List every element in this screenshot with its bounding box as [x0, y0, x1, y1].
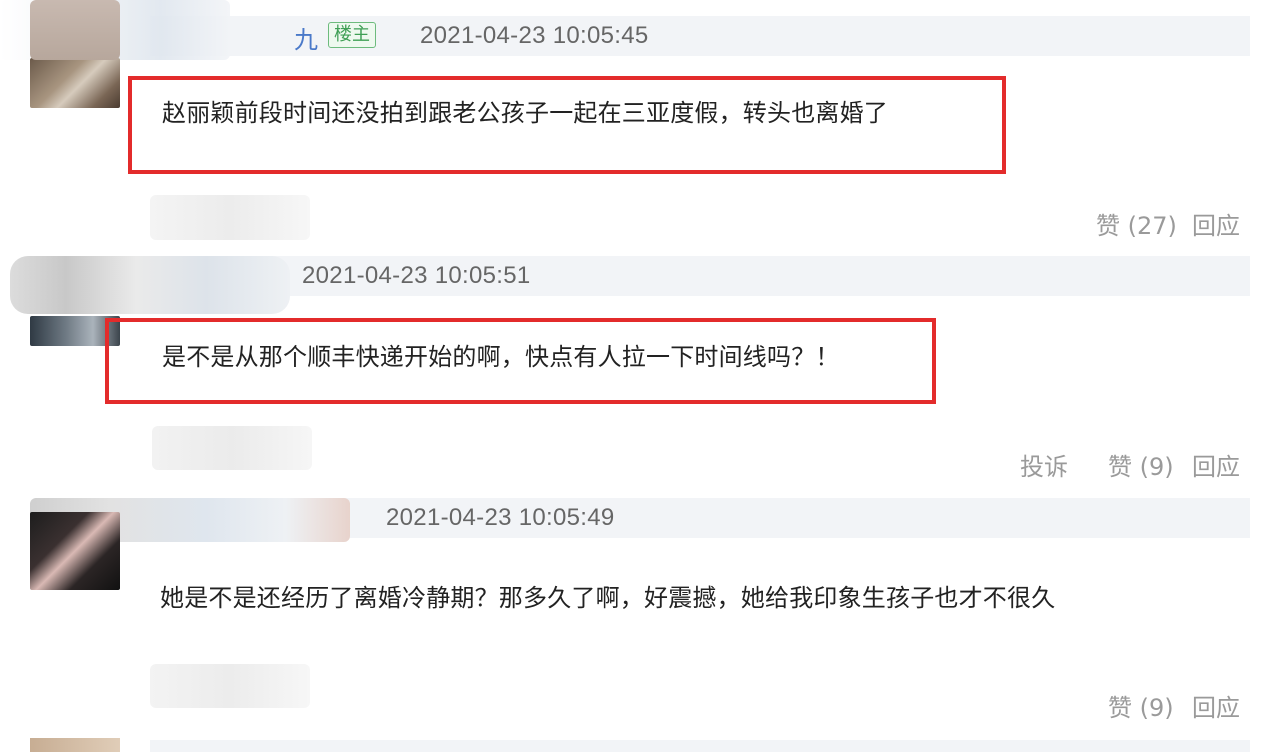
- like-button[interactable]: 赞 (9): [1108, 447, 1174, 482]
- report-button[interactable]: 投诉: [1020, 447, 1068, 482]
- comment-item: 2021-04-23 10:05:51 是不是从那个顺丰快递开始的啊，快点有人拉…: [0, 240, 1282, 482]
- blurred-username-area: [10, 256, 290, 314]
- comment-item: 2021-04-23 10:05:49 她是不是还经历了离婚冷静期？那多久了啊，…: [0, 480, 1282, 752]
- comment-text: 她是不是还经历了离婚冷静期？那多久了啊，好震撼，她给我印象生孩子也才不很久: [160, 584, 1056, 612]
- like-button[interactable]: 赞 (27): [1096, 206, 1177, 241]
- username[interactable]: 九: [294, 20, 318, 55]
- comment-item: 九 楼主 2021-04-23 10:05:45 赵丽颖前段时间还没拍到跟老公孩…: [0, 0, 1282, 240]
- comment-text: 是不是从那个顺丰快递开始的啊，快点有人拉一下时间线吗？！: [162, 343, 840, 371]
- avatar[interactable]: [30, 512, 120, 590]
- avatar[interactable]: [30, 58, 120, 108]
- reply-button[interactable]: 回应: [1192, 688, 1240, 723]
- avatar-blur-top: [30, 0, 120, 60]
- like-button[interactable]: 赞 (9): [1108, 688, 1174, 723]
- comment-timestamp: 2021-04-23 10:05:49: [386, 504, 615, 531]
- blurred-reply-preview: [150, 664, 310, 708]
- blurred-reply-preview: [150, 195, 310, 240]
- reply-button[interactable]: 回应: [1192, 447, 1240, 482]
- next-comment-meta-partial: [150, 740, 1250, 752]
- comment-text: 赵丽颖前段时间还没拍到跟老公孩子一起在三亚度假，转头也离婚了: [162, 99, 888, 127]
- next-comment-avatar-partial: [30, 738, 120, 752]
- blurred-reply-preview: [152, 426, 312, 470]
- op-badge: 楼主: [328, 22, 376, 48]
- comment-timestamp: 2021-04-23 10:05:51: [302, 262, 531, 289]
- reply-button[interactable]: 回应: [1192, 206, 1240, 241]
- comment-timestamp: 2021-04-23 10:05:45: [420, 22, 649, 49]
